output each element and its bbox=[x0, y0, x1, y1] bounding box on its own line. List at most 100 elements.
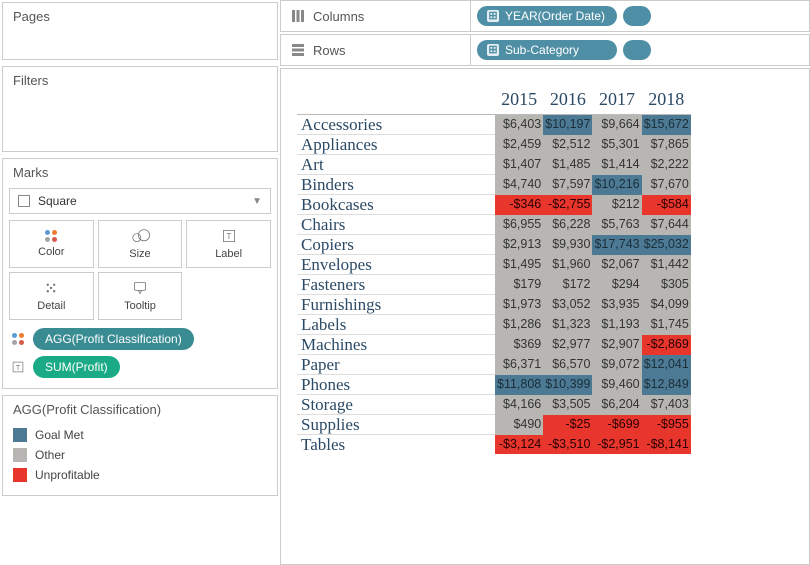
data-cell[interactable]: $7,670 bbox=[642, 175, 691, 195]
data-cell[interactable]: -$955 bbox=[642, 415, 691, 435]
tooltip-button[interactable]: Tooltip bbox=[98, 272, 183, 320]
data-cell[interactable]: $1,485 bbox=[543, 155, 592, 175]
data-cell[interactable]: $11,808 bbox=[495, 375, 543, 395]
row-header[interactable]: Paper bbox=[297, 355, 495, 375]
data-cell[interactable]: $7,597 bbox=[543, 175, 592, 195]
data-cell[interactable]: $12,041 bbox=[642, 355, 691, 375]
data-cell[interactable]: $2,222 bbox=[642, 155, 691, 175]
row-header[interactable]: Envelopes bbox=[297, 255, 495, 275]
columns-pill-year[interactable]: ⊞ YEAR(Order Date) bbox=[477, 6, 617, 26]
data-cell[interactable]: $9,072 bbox=[592, 355, 641, 375]
data-cell[interactable]: -$25 bbox=[543, 415, 592, 435]
pages-shelf[interactable]: Pages bbox=[2, 2, 278, 60]
color-button[interactable]: Color bbox=[9, 220, 94, 268]
row-header[interactable]: Supplies bbox=[297, 415, 495, 435]
marks-label-pill[interactable]: SUM(Profit) bbox=[33, 356, 120, 378]
data-cell[interactable]: $4,740 bbox=[495, 175, 543, 195]
data-cell[interactable]: $1,960 bbox=[543, 255, 592, 275]
row-header[interactable]: Tables bbox=[297, 435, 495, 455]
filters-shelf[interactable]: Filters bbox=[2, 66, 278, 152]
data-cell[interactable]: $6,204 bbox=[592, 395, 641, 415]
row-header[interactable]: Labels bbox=[297, 315, 495, 335]
data-cell[interactable]: $12,849 bbox=[642, 375, 691, 395]
data-cell[interactable]: $294 bbox=[592, 275, 641, 295]
columns-pill-empty[interactable] bbox=[623, 6, 651, 26]
column-header[interactable]: 2018 bbox=[642, 87, 691, 115]
data-cell[interactable]: $6,228 bbox=[543, 215, 592, 235]
row-header[interactable]: Phones bbox=[297, 375, 495, 395]
rows-pill-subcategory[interactable]: ⊞ Sub-Category bbox=[477, 40, 617, 60]
row-header[interactable]: Accessories bbox=[297, 115, 495, 135]
legend-item[interactable]: Goal Met bbox=[13, 425, 267, 445]
data-cell[interactable]: -$699 bbox=[592, 415, 641, 435]
data-cell[interactable]: $9,664 bbox=[592, 115, 641, 135]
marks-color-pill[interactable]: AGG(Profit Classification) bbox=[33, 328, 194, 350]
data-cell[interactable]: $7,865 bbox=[642, 135, 691, 155]
data-cell[interactable]: $1,495 bbox=[495, 255, 543, 275]
rows-shelf[interactable]: Rows ⊞ Sub-Category bbox=[280, 34, 810, 66]
data-cell[interactable]: -$2,951 bbox=[592, 435, 641, 455]
row-header[interactable]: Appliances bbox=[297, 135, 495, 155]
data-cell[interactable]: $2,067 bbox=[592, 255, 641, 275]
data-cell[interactable]: $15,672 bbox=[642, 115, 691, 135]
data-cell[interactable]: $305 bbox=[642, 275, 691, 295]
row-header[interactable]: Bookcases bbox=[297, 195, 495, 215]
data-cell[interactable]: $2,913 bbox=[495, 235, 543, 255]
data-cell[interactable]: $2,977 bbox=[543, 335, 592, 355]
data-cell[interactable]: $172 bbox=[543, 275, 592, 295]
data-cell[interactable]: $10,216 bbox=[592, 175, 641, 195]
data-cell[interactable]: $1,286 bbox=[495, 315, 543, 335]
data-cell[interactable]: -$346 bbox=[495, 195, 543, 215]
data-cell[interactable]: $6,371 bbox=[495, 355, 543, 375]
rows-pill-empty[interactable] bbox=[623, 40, 651, 60]
data-cell[interactable]: $7,403 bbox=[642, 395, 691, 415]
data-cell[interactable]: $1,442 bbox=[642, 255, 691, 275]
data-cell[interactable]: $1,323 bbox=[543, 315, 592, 335]
columns-shelf[interactable]: Columns ⊞ YEAR(Order Date) bbox=[280, 0, 810, 32]
data-cell[interactable]: $1,193 bbox=[592, 315, 641, 335]
data-cell[interactable]: $10,197 bbox=[543, 115, 592, 135]
legend-item[interactable]: Unprofitable bbox=[13, 465, 267, 485]
row-header[interactable]: Art bbox=[297, 155, 495, 175]
data-cell[interactable]: $3,935 bbox=[592, 295, 641, 315]
data-cell[interactable]: $4,166 bbox=[495, 395, 543, 415]
data-cell[interactable]: $2,512 bbox=[543, 135, 592, 155]
data-cell[interactable]: $7,644 bbox=[642, 215, 691, 235]
label-button[interactable]: T Label bbox=[186, 220, 271, 268]
mark-type-dropdown[interactable]: Square ▼ bbox=[9, 188, 271, 214]
data-cell[interactable]: $490 bbox=[495, 415, 543, 435]
row-header[interactable]: Chairs bbox=[297, 215, 495, 235]
detail-button[interactable]: Detail bbox=[9, 272, 94, 320]
data-cell[interactable]: $4,099 bbox=[642, 295, 691, 315]
data-cell[interactable]: $3,505 bbox=[543, 395, 592, 415]
data-cell[interactable]: $17,743 bbox=[592, 235, 641, 255]
column-header[interactable]: 2017 bbox=[592, 87, 641, 115]
row-header[interactable]: Storage bbox=[297, 395, 495, 415]
data-cell[interactable]: $9,460 bbox=[592, 375, 641, 395]
data-cell[interactable]: $6,955 bbox=[495, 215, 543, 235]
column-header[interactable]: 2016 bbox=[543, 87, 592, 115]
row-header[interactable]: Binders bbox=[297, 175, 495, 195]
data-cell[interactable]: $1,414 bbox=[592, 155, 641, 175]
data-cell[interactable]: $1,407 bbox=[495, 155, 543, 175]
data-cell[interactable]: $6,570 bbox=[543, 355, 592, 375]
data-cell[interactable]: $5,763 bbox=[592, 215, 641, 235]
row-header[interactable]: Machines bbox=[297, 335, 495, 355]
data-cell[interactable]: $9,930 bbox=[543, 235, 592, 255]
data-cell[interactable]: $2,459 bbox=[495, 135, 543, 155]
data-cell[interactable]: -$3,510 bbox=[543, 435, 592, 455]
data-cell[interactable]: -$2,869 bbox=[642, 335, 691, 355]
data-cell[interactable]: $2,907 bbox=[592, 335, 641, 355]
row-header[interactable]: Copiers bbox=[297, 235, 495, 255]
data-cell[interactable]: $369 bbox=[495, 335, 543, 355]
data-cell[interactable]: -$3,124 bbox=[495, 435, 543, 455]
column-header[interactable]: 2015 bbox=[495, 87, 543, 115]
data-cell[interactable]: $179 bbox=[495, 275, 543, 295]
data-cell[interactable]: $6,403 bbox=[495, 115, 543, 135]
data-cell[interactable]: -$8,141 bbox=[642, 435, 691, 455]
data-cell[interactable]: -$584 bbox=[642, 195, 691, 215]
data-cell[interactable]: $212 bbox=[592, 195, 641, 215]
data-cell[interactable]: $1,973 bbox=[495, 295, 543, 315]
row-header[interactable]: Fasteners bbox=[297, 275, 495, 295]
row-header[interactable]: Furnishings bbox=[297, 295, 495, 315]
